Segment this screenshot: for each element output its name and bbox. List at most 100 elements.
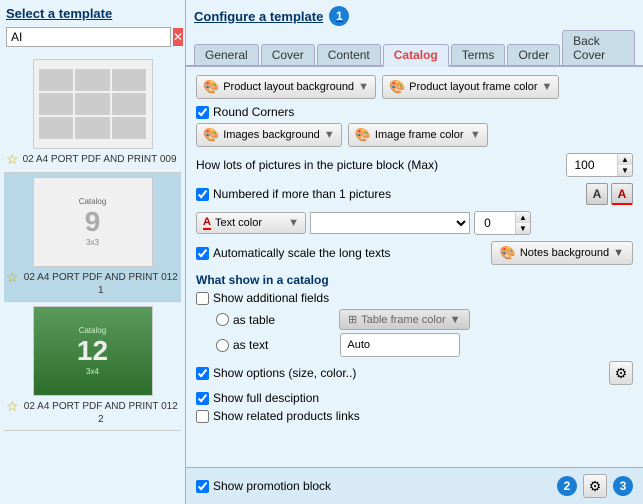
spin-up-2-button[interactable]: ▲ — [516, 212, 530, 223]
max-pictures-row: How lots of pictures in the picture bloc… — [196, 153, 633, 177]
product-layout-row: 🎨 Product layout background ▼ 🎨 Product … — [196, 75, 633, 99]
auto-scale-row: Automatically scale the long texts 🎨 Not… — [196, 241, 633, 265]
round-corners-label: Round Corners — [213, 105, 294, 119]
dropdown-arrow-4-icon: ▼ — [470, 129, 481, 141]
images-background-button[interactable]: 🎨 Images background ▼ — [196, 123, 342, 147]
show-promotion-checkbox-row: Show promotion block — [196, 479, 331, 493]
list-item[interactable]: ☆ 02 A4 PORT PDF AND PRINT 009 — [4, 55, 181, 173]
text-a-icon: A — [203, 216, 211, 230]
numbered-label: Numbered if more than 1 pictures — [213, 187, 391, 201]
right-panel-header: Configure a template 1 — [186, 0, 643, 30]
template-label-row: ☆ 02 A4 PORT PDF AND PRINT 009 — [6, 151, 179, 168]
thumb-catalog-green-icon: Catalog 12 3x4 — [34, 307, 152, 395]
font-bold-button[interactable]: A — [586, 183, 608, 205]
table-frame-icon: ⊞ — [348, 313, 357, 326]
star-icon: ☆ — [6, 151, 19, 168]
product-layout-frame-label: Product layout frame color — [409, 81, 537, 93]
as-text-label: as text — [233, 338, 268, 352]
images-background-row: 🎨 Images background ▼ 🎨 Image frame colo… — [196, 123, 633, 147]
numbered-row: Numbered if more than 1 pictures A A — [196, 183, 633, 205]
left-panel-title: Select a template — [0, 0, 185, 25]
max-pictures-input[interactable] — [567, 156, 617, 174]
image-frame-color-button[interactable]: 🎨 Image frame color ▼ — [348, 123, 488, 147]
spin-down-2-button[interactable]: ▼ — [516, 223, 530, 234]
as-text-radio[interactable] — [216, 339, 229, 352]
tab-order[interactable]: Order — [507, 44, 560, 65]
spin-up-button[interactable]: ▲ — [618, 154, 632, 165]
as-table-label: as table — [233, 313, 275, 327]
round-corners-row: Round Corners — [196, 105, 633, 119]
tab-general[interactable]: General — [194, 44, 259, 65]
paint-frame2-icon: 🎨 — [355, 127, 371, 143]
tab-content[interactable]: Content — [317, 44, 381, 65]
tab-back-cover[interactable]: Back Cover — [562, 30, 635, 65]
as-table-radio[interactable] — [216, 313, 229, 326]
list-item[interactable]: Catalog 12 3x4 ☆ 02 A4 PORT PDF AND PRIN… — [4, 302, 181, 431]
product-layout-frame-color-button[interactable]: 🎨 Product layout frame color ▼ — [382, 75, 559, 99]
show-promotion-label: Show promotion block — [213, 479, 331, 493]
tab-cover[interactable]: Cover — [261, 44, 315, 65]
font-style-buttons: A A — [586, 183, 633, 205]
auto-scale-checkbox[interactable] — [196, 247, 209, 260]
text-color-select[interactable] — [310, 212, 470, 234]
table-frame-arrow-icon: ▼ — [450, 314, 461, 326]
list-item[interactable]: Catalog 9 3x3 ☆ 02 A4 PORT PDF AND PRINT… — [4, 173, 181, 302]
tab-catalog[interactable]: Catalog — [383, 44, 449, 67]
tabs-row: General Cover Content Catalog Terms Orde… — [186, 30, 643, 67]
dropdown-arrow-3-icon: ▼ — [324, 129, 335, 141]
gear-icon: ⚙ — [615, 365, 628, 382]
text-color-value-input[interactable] — [475, 214, 515, 232]
configure-title: Configure a template — [194, 9, 323, 24]
show-full-desc-label: Show full desciption — [213, 391, 319, 405]
show-options-row: Show options (size, color..) ⚙ — [196, 361, 633, 385]
spin-down-button[interactable]: ▼ — [618, 165, 632, 176]
table-frame-color-button[interactable]: ⊞ Table frame color ▼ — [339, 309, 469, 330]
main-scroll: 🎨 Product layout background ▼ 🎨 Product … — [186, 67, 643, 467]
as-text-select[interactable]: Auto — [340, 333, 460, 357]
show-full-desc-checkbox[interactable] — [196, 392, 209, 405]
right-panel: Configure a template 1 General Cover Con… — [186, 0, 643, 504]
template-list: ☆ 02 A4 PORT PDF AND PRINT 009 Catalog 9… — [0, 51, 185, 504]
radio-group: as table ⊞ Table frame color ▼ as text A… — [216, 309, 633, 357]
paint-icon: 🎨 — [203, 79, 219, 95]
notes-background-button[interactable]: 🎨 Notes background ▼ — [491, 241, 633, 265]
numbered-checkbox[interactable] — [196, 188, 209, 201]
max-pictures-input-group: ▲ ▼ — [566, 153, 633, 177]
show-options-checkbox-row: Show options (size, color..) — [196, 366, 356, 380]
search-input[interactable] — [6, 27, 171, 47]
show-additional-checkbox[interactable] — [196, 292, 209, 305]
tab-terms[interactable]: Terms — [451, 44, 506, 65]
round-corners-checkbox[interactable] — [196, 106, 209, 119]
left-panel: Select a template ✕ ☆ 02 A4 PORT PDF AND… — [0, 0, 186, 504]
show-options-checkbox[interactable] — [196, 367, 209, 380]
template-label-row: ☆ 02 A4 PORT PDF AND PRINT 012 1 — [6, 269, 179, 297]
text-color-value-group: ▲ ▼ — [474, 211, 531, 235]
show-related-checkbox[interactable] — [196, 410, 209, 423]
show-related-label: Show related products links — [213, 409, 360, 423]
show-additional-label: Show additional fields — [213, 291, 329, 305]
show-additional-row: Show additional fields — [196, 291, 633, 305]
image-frame-color-label: Image frame color — [375, 129, 464, 141]
product-layout-background-button[interactable]: 🎨 Product layout background ▼ — [196, 75, 376, 99]
as-table-row: as table ⊞ Table frame color ▼ — [216, 309, 633, 330]
auto-scale-checkbox-row: Automatically scale the long texts — [196, 246, 390, 260]
spin-buttons: ▲ ▼ — [617, 154, 632, 176]
search-clear-button[interactable]: ✕ — [173, 28, 183, 46]
text-color-button[interactable]: A Text color ▼ — [196, 212, 306, 234]
font-color-button[interactable]: A — [611, 183, 633, 205]
notes-background-label: Notes background — [520, 247, 609, 259]
template-label: 02 A4 PORT PDF AND PRINT 012 1 — [23, 271, 179, 297]
bottom-bar: Show promotion block 2 ⚙ 3 — [186, 467, 643, 504]
show-promotion-checkbox[interactable] — [196, 480, 209, 493]
paint-frame-icon: 🎨 — [389, 79, 405, 95]
star-icon: ☆ — [6, 398, 19, 415]
promotion-gear-button[interactable]: ⚙ — [583, 474, 607, 498]
text-color-row: A Text color ▼ ▲ ▼ — [196, 211, 633, 235]
show-related-row: Show related products links — [196, 409, 633, 423]
text-color-label: Text color — [215, 217, 262, 229]
images-background-label: Images background — [223, 129, 320, 141]
show-options-gear-button[interactable]: ⚙ — [609, 361, 633, 385]
template-thumb: Catalog 9 3x3 — [33, 177, 153, 267]
table-frame-color-label: Table frame color — [361, 314, 445, 326]
dropdown-arrow-5-icon: ▼ — [288, 217, 299, 229]
